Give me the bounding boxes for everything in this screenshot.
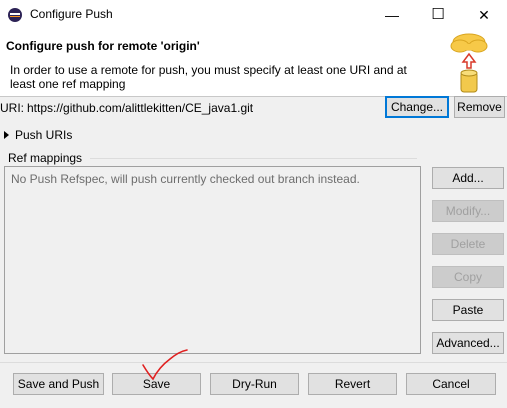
maximize-button[interactable]: ☐	[415, 0, 461, 30]
group-divider	[90, 158, 417, 159]
revert-button[interactable]: Revert	[308, 373, 397, 395]
ref-mappings-label: Ref mappings	[8, 151, 83, 165]
footer-separator	[0, 362, 507, 363]
eclipse-icon	[8, 8, 22, 22]
push-uris-label: Push URIs	[15, 128, 73, 142]
add-refspec-button[interactable]: Add...	[432, 167, 504, 189]
delete-refspec-button[interactable]: Delete	[432, 233, 504, 255]
ref-mappings-list[interactable]: No Push Refspec, will push currently che…	[4, 166, 421, 354]
close-button[interactable]: ✕	[461, 0, 507, 30]
uri-label: URI:	[0, 101, 24, 115]
copy-refspec-button[interactable]: Copy	[432, 266, 504, 288]
dialog-description: In order to use a remote for push, you m…	[10, 63, 407, 91]
paste-refspec-button[interactable]: Paste	[432, 299, 504, 321]
modify-refspec-button[interactable]: Modify...	[432, 200, 504, 222]
dialog-header: Configure push for remote 'origin' In or…	[0, 30, 507, 96]
dialog-title: Configure push for remote 'origin'	[6, 39, 200, 53]
triangle-right-icon	[4, 130, 9, 139]
window-title: Configure Push	[30, 7, 113, 21]
minimize-button[interactable]: —	[369, 0, 415, 30]
uri-value: https://github.com/alittlekitten/CE_java…	[27, 101, 254, 115]
advanced-button[interactable]: Advanced...	[432, 332, 504, 354]
title-bar: Configure Push — ☐ ✕	[0, 0, 507, 30]
remove-uri-button[interactable]: Remove	[454, 96, 505, 118]
cancel-button[interactable]: Cancel	[406, 373, 496, 395]
save-button[interactable]: Save	[112, 373, 201, 395]
dry-run-button[interactable]: Dry-Run	[210, 373, 299, 395]
empty-refspec-message: No Push Refspec, will push currently che…	[11, 172, 360, 186]
save-and-push-button[interactable]: Save and Push	[13, 373, 104, 395]
change-uri-button[interactable]: Change...	[385, 96, 449, 118]
push-to-cloud-icon	[450, 33, 488, 93]
push-uris-section[interactable]: Push URIs	[4, 128, 72, 142]
